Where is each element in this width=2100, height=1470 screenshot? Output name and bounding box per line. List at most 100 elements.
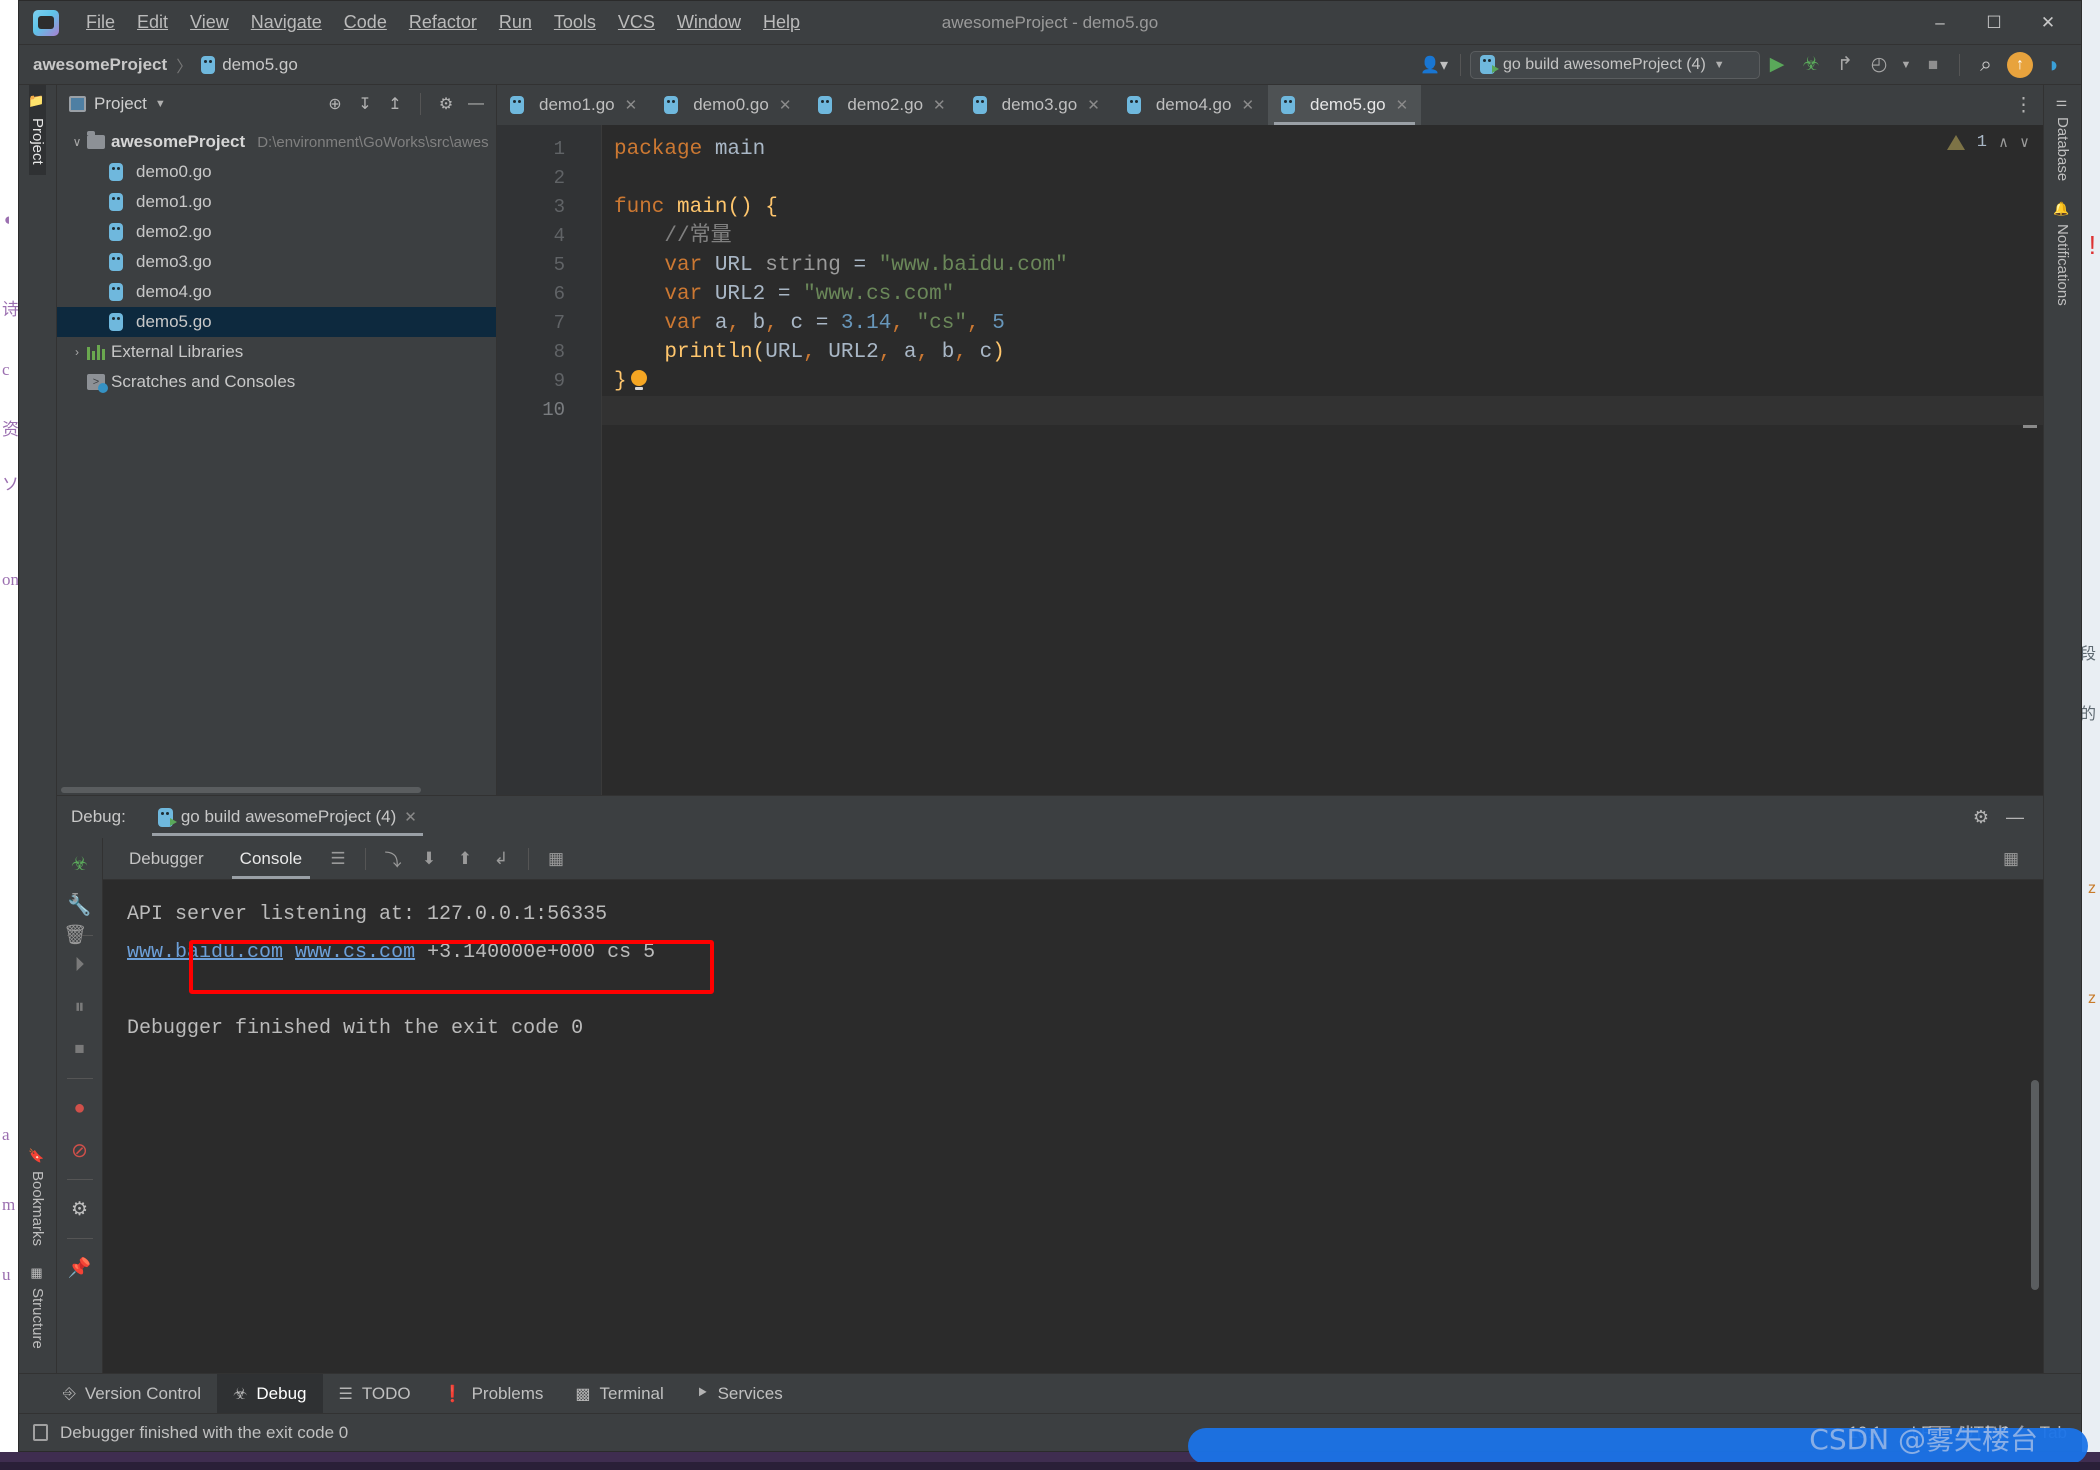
tool-tab-debug[interactable]: ☣ Debug xyxy=(217,1374,323,1413)
menu-item-code[interactable]: Code xyxy=(333,8,398,37)
pin-tab-button[interactable]: 📌 xyxy=(62,1248,98,1288)
chevron-down-icon[interactable]: ∨ xyxy=(67,135,87,149)
sidebar-item-bookmarks[interactable]: 🔖 Bookmarks xyxy=(29,1138,46,1256)
menu-item-tools[interactable]: Tools xyxy=(543,8,607,37)
debugger-icon[interactable]: ☣ xyxy=(62,844,98,884)
editor-tab-demo5[interactable]: demo5.go ✕ xyxy=(1268,85,1423,125)
debug-settings-gear-button[interactable]: ⚙ xyxy=(62,1189,98,1229)
tool-tab-problems[interactable]: ❗ Problems xyxy=(427,1374,560,1413)
close-icon[interactable]: ✕ xyxy=(1396,96,1409,114)
close-icon[interactable]: ✕ xyxy=(1087,96,1100,114)
console-scrollbar[interactable] xyxy=(2031,1080,2039,1290)
menu-item-window[interactable]: Window xyxy=(666,8,752,37)
sidebar-item-project[interactable]: 📁 Project xyxy=(29,85,46,175)
step-out-button[interactable]: ⬆ xyxy=(447,839,483,879)
update-button[interactable]: ↑ xyxy=(2003,50,2037,80)
search-everywhere-icon[interactable]: ⌕ xyxy=(1969,50,2003,80)
run-to-cursor-button[interactable]: ↲ xyxy=(483,839,519,879)
stop-button[interactable]: ■ xyxy=(1916,50,1950,80)
evaluate-expression-button[interactable]: ▦ xyxy=(538,839,574,879)
breadcrumb-project[interactable]: awesomeProject xyxy=(33,55,167,75)
run-button[interactable]: ▶ xyxy=(1760,50,1794,80)
menu-item-navigate[interactable]: Navigate xyxy=(240,8,333,37)
editor-code[interactable]: package main func main() { //常量 var URL … xyxy=(601,125,2043,795)
tree-node-demo3[interactable]: demo3.go xyxy=(57,247,496,277)
tool-tab-todo[interactable]: ☰ TODO xyxy=(323,1374,427,1413)
select-opened-file-button[interactable]: ⊕ xyxy=(321,90,349,118)
close-icon[interactable]: ✕ xyxy=(404,808,417,826)
collapse-all-button[interactable]: ↥ xyxy=(381,90,409,118)
inspection-widget[interactable]: 1 ∧ ∨ xyxy=(1946,133,2029,152)
stop-program-button[interactable]: ⏹ xyxy=(62,1029,98,1069)
menu-item-refactor[interactable]: Refactor xyxy=(398,8,488,37)
view-breakpoints-button[interactable]: ● xyxy=(62,1088,98,1128)
mute-breakpoints-button[interactable]: ⊘ xyxy=(62,1130,98,1170)
menu-bar[interactable]: File Edit View Navigate Code Refactor Ru… xyxy=(75,8,811,37)
close-icon[interactable]: ✕ xyxy=(625,96,638,114)
editor-tab-demo1[interactable]: demo1.go ✕ xyxy=(497,85,652,125)
sidebar-item-notifications[interactable]: 🔔 Notifications xyxy=(2054,191,2071,316)
hide-debug-panel-button[interactable]: — xyxy=(2001,803,2029,831)
tree-node-demo4[interactable]: demo4.go xyxy=(57,277,496,307)
close-icon[interactable]: ✕ xyxy=(1241,96,1254,114)
pause-program-button[interactable]: ⏸ xyxy=(62,987,98,1027)
step-into-button[interactable]: ⬇ xyxy=(411,839,447,879)
menu-item-vcs[interactable]: VCS xyxy=(607,8,666,37)
editor-tab-demo0[interactable]: demo0.go ✕ xyxy=(651,85,806,125)
maximize-button[interactable]: ☐ xyxy=(1967,2,2021,44)
tab-debugger[interactable]: Debugger xyxy=(111,838,222,879)
editor-tab-demo4[interactable]: demo4.go ✕ xyxy=(1114,85,1269,125)
debug-button[interactable]: ☣ xyxy=(1794,50,1828,80)
tab-console[interactable]: Console xyxy=(222,838,320,879)
tool-tab-version-control[interactable]: ⎆ Version Control xyxy=(47,1374,217,1413)
editor-tabs-overflow-icon[interactable]: ⋮ xyxy=(2014,85,2043,125)
debug-session-tab[interactable]: go build awesomeProject (4) ✕ xyxy=(148,796,427,838)
tree-node-demo2[interactable]: demo2.go xyxy=(57,217,496,247)
breadcrumb-file[interactable]: demo5.go xyxy=(222,55,298,75)
tree-node-demo5[interactable]: demo5.go xyxy=(57,307,496,337)
profiler-button[interactable]: ◴ xyxy=(1862,50,1896,80)
editor-fold-rail[interactable] xyxy=(575,125,601,795)
console-link-baidu[interactable]: www.baidu.com xyxy=(127,941,283,964)
console-output[interactable]: ↧ 🗑 API server listening at: 127.0.0.1:5… xyxy=(63,880,2043,1373)
close-icon[interactable]: ✕ xyxy=(779,96,792,114)
tool-tab-services[interactable]: ⯈ Services xyxy=(680,1374,799,1413)
ide-feature-button[interactable]: ◗ xyxy=(2037,50,2071,80)
sidebar-item-database[interactable]: ⚌ Database xyxy=(2054,85,2071,191)
expand-all-button[interactable]: ↧ xyxy=(351,90,379,118)
sidebar-item-structure[interactable]: ▦ Structure xyxy=(29,1256,46,1359)
tool-tab-terminal[interactable]: ▩ Terminal xyxy=(559,1374,679,1413)
intention-bulb-icon[interactable] xyxy=(630,370,647,391)
previous-problem-icon[interactable]: ∧ xyxy=(1999,133,2008,152)
close-button[interactable]: ✕ xyxy=(2021,2,2075,44)
tree-node-scratches[interactable]: > Scratches and Consoles xyxy=(57,367,496,397)
menu-item-help[interactable]: Help xyxy=(752,8,811,37)
menu-item-edit[interactable]: Edit xyxy=(126,8,179,37)
clear-all-button[interactable]: 🗑 xyxy=(57,914,93,956)
project-view-chevron-down-icon[interactable]: ▼ xyxy=(155,98,166,110)
menu-item-run[interactable]: Run xyxy=(488,8,543,37)
step-over-button[interactable]: ⤵ xyxy=(375,839,411,879)
close-icon[interactable]: ✕ xyxy=(933,96,946,114)
editor-tab-demo3[interactable]: demo3.go ✕ xyxy=(960,85,1114,125)
layout-settings-button[interactable]: ▦ xyxy=(1993,839,2029,879)
editor-gutter[interactable]: 1 2 3 − 4 5 6 7 xyxy=(497,125,611,795)
console-link-cs[interactable]: www.cs.com xyxy=(295,941,415,964)
menu-item-file[interactable]: File xyxy=(75,8,126,37)
chevron-right-icon[interactable]: › xyxy=(67,345,87,359)
project-horizontal-scrollbar[interactable] xyxy=(57,787,496,795)
tree-node-awesomeProject[interactable]: ∨ awesomeProject D:\environment\GoWorks\… xyxy=(57,127,496,157)
tree-node-demo0[interactable]: demo0.go xyxy=(57,157,496,187)
run-configuration-selector[interactable]: go build awesomeProject (4) ▼ xyxy=(1470,50,1760,79)
profiler-dropdown-icon[interactable]: ▼ xyxy=(1896,50,1916,80)
tree-node-external-libraries[interactable]: › External Libraries xyxy=(57,337,496,367)
menu-item-view[interactable]: View xyxy=(179,8,240,37)
minimize-button[interactable]: – xyxy=(1913,2,1967,44)
run-with-coverage-button[interactable]: ↱ xyxy=(1828,50,1862,80)
hide-project-panel-button[interactable]: — xyxy=(462,90,490,118)
project-settings-gear-icon[interactable]: ⚙ xyxy=(432,90,460,118)
show-console-button[interactable]: ☰ xyxy=(320,839,356,879)
scroll-to-end-button[interactable]: ↧ xyxy=(57,880,93,914)
user-avatar-icon[interactable]: 👤▾ xyxy=(1417,55,1451,75)
editor-tab-demo2[interactable]: demo2.go ✕ xyxy=(805,85,960,125)
